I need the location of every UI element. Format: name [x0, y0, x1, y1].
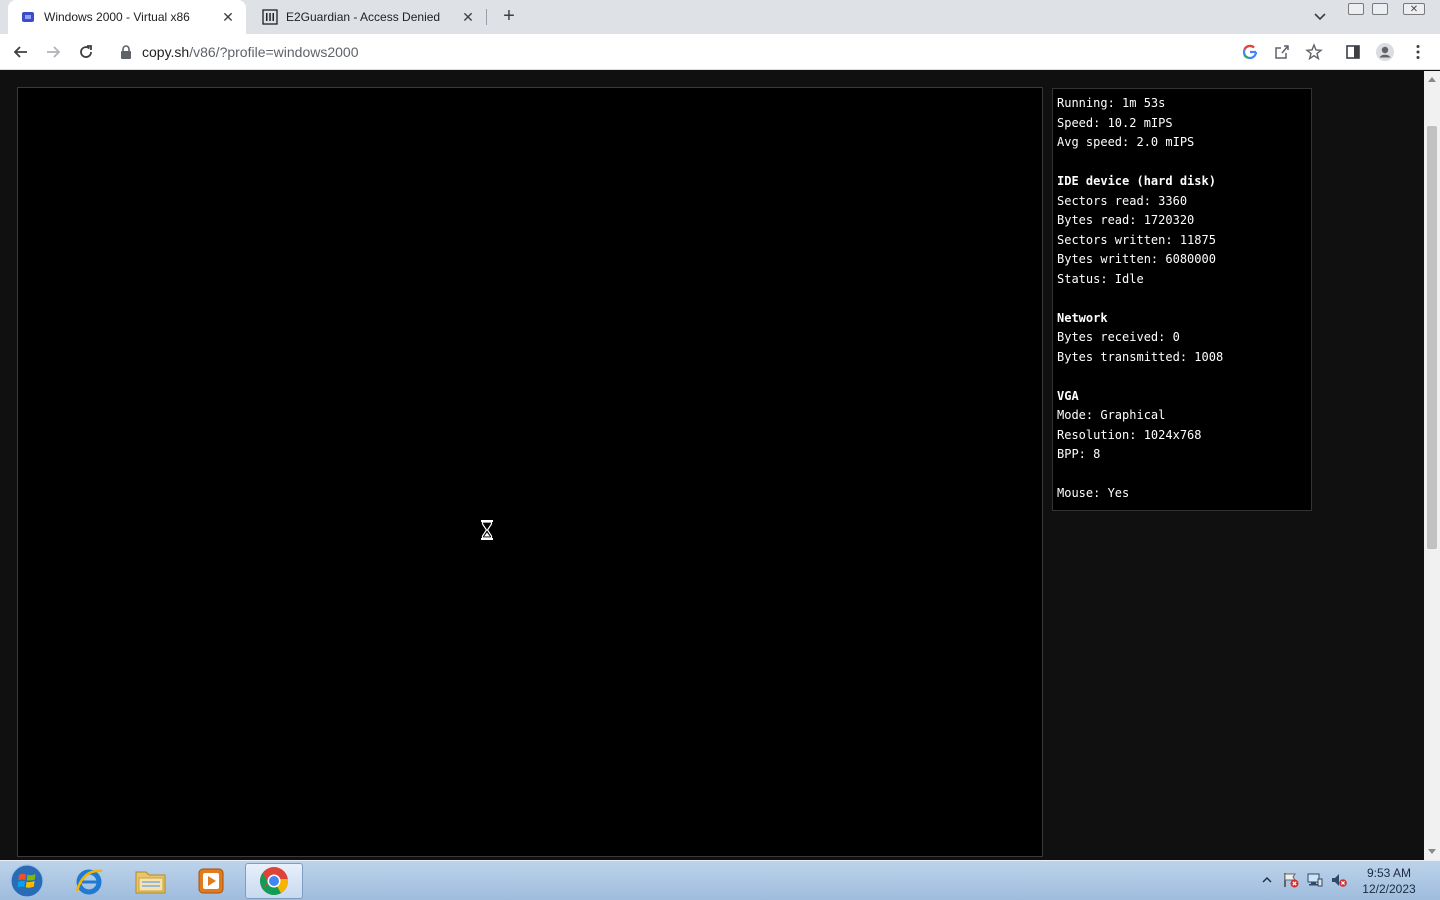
- tab-title: Windows 2000 - Virtual x86: [44, 10, 190, 24]
- network-heading: Network: [1057, 310, 1108, 325]
- chrome-icon[interactable]: [245, 863, 303, 899]
- clock-time: 9:53 AM: [1366, 866, 1412, 880]
- back-arrow-icon[interactable]: [10, 41, 32, 63]
- url-text: copy.sh/v86/?profile=windows2000: [142, 44, 359, 60]
- page-content: Running: 1m 53s Speed: 10.2 mIPS Avg spe…: [0, 71, 1424, 860]
- vga-heading: VGA: [1057, 388, 1079, 403]
- minimize-window-button[interactable]: [1345, 0, 1367, 18]
- action-center-flag-icon[interactable]: [1282, 871, 1300, 889]
- clock-date: 12/2/2023: [1362, 882, 1416, 896]
- url-path: /v86/?profile=windows2000: [189, 44, 359, 60]
- close-tab-icon[interactable]: ✕: [218, 7, 238, 27]
- share-icon[interactable]: [1272, 42, 1292, 62]
- sectors-read: Sectors read: 3360: [1057, 193, 1188, 208]
- emulator-stats-panel: Running: 1m 53s Speed: 10.2 mIPS Avg spe…: [1052, 88, 1312, 511]
- forward-arrow-icon[interactable]: [42, 41, 64, 63]
- reload-icon[interactable]: [75, 41, 97, 63]
- volume-muted-icon[interactable]: [1330, 871, 1348, 889]
- tab-separator: [486, 9, 487, 25]
- windows-logo-icon: [10, 864, 44, 898]
- start-button[interactable]: [8, 863, 46, 899]
- show-hidden-icons-icon[interactable]: [1258, 871, 1276, 889]
- tab-title: E2Guardian - Access Denied: [286, 10, 441, 24]
- restore-window-button[interactable]: [1369, 0, 1391, 18]
- close-tab-icon[interactable]: ✕: [458, 7, 478, 27]
- system-clock[interactable]: 9:53 AM 12/2/2023: [1354, 865, 1424, 897]
- scroll-down-arrow-icon[interactable]: [1428, 849, 1436, 854]
- tab-search-chevron-icon[interactable]: [1310, 8, 1330, 26]
- tab-e2guardian[interactable]: E2Guardian - Access Denied ✕: [250, 0, 486, 34]
- hourglass-cursor-icon: [481, 520, 493, 540]
- vga-mode: Mode: Graphical: [1057, 408, 1166, 422]
- profile-avatar-icon[interactable]: [1375, 42, 1395, 62]
- running-time: Running: 1m 53s: [1057, 96, 1166, 110]
- file-explorer-icon[interactable]: [122, 863, 180, 899]
- new-tab-button[interactable]: +: [498, 6, 520, 28]
- speed: Speed: 10.2 mIPS: [1057, 115, 1173, 130]
- sectors-written: Sectors written: 11875: [1057, 232, 1216, 247]
- side-panel-icon[interactable]: [1343, 42, 1363, 62]
- v86-icon: [20, 9, 36, 25]
- vga-bpp: BPP: 8: [1057, 447, 1101, 461]
- internet-explorer-icon[interactable]: [60, 863, 118, 899]
- media-player-icon[interactable]: [182, 863, 240, 899]
- ide-heading: IDE device (hard disk): [1057, 174, 1216, 188]
- google-icon[interactable]: [1240, 42, 1260, 62]
- page-scrollbar[interactable]: [1424, 71, 1440, 860]
- menu-dots-icon[interactable]: [1408, 42, 1428, 62]
- disk-status: Status: Idle: [1057, 271, 1144, 286]
- url-host: copy.sh: [142, 44, 190, 60]
- avg-speed: Avg speed: 2.0 mIPS: [1057, 135, 1195, 149]
- tab-strip: Windows 2000 - Virtual x86 ✕ E2Guardian …: [0, 0, 1440, 34]
- bytes-transmitted: Bytes transmitted: 1008: [1057, 349, 1224, 364]
- network-icon[interactable]: [1306, 871, 1324, 889]
- bytes-written: Bytes written: 6080000: [1057, 252, 1216, 266]
- address-bar[interactable]: copy.sh/v86/?profile=windows2000: [110, 38, 1300, 66]
- bytes-received: Bytes received: 0: [1057, 330, 1180, 344]
- scroll-up-arrow-icon[interactable]: [1428, 77, 1436, 82]
- bytes-read: Bytes read: 1720320: [1057, 213, 1195, 227]
- lock-icon[interactable]: [120, 45, 132, 59]
- windows-taskbar: 9:53 AM 12/2/2023: [0, 860, 1440, 900]
- close-window-button[interactable]: ✕: [1401, 0, 1427, 18]
- tab-windows-2000[interactable]: Windows 2000 - Virtual x86 ✕: [8, 0, 246, 34]
- scrollbar-thumb[interactable]: [1427, 126, 1437, 549]
- building-icon: [262, 9, 278, 25]
- mouse-status: Mouse: Yes: [1057, 486, 1130, 500]
- emulator-screen[interactable]: [17, 87, 1043, 857]
- bookmark-star-icon[interactable]: [1304, 42, 1324, 62]
- vga-resolution: Resolution: 1024x768: [1057, 427, 1202, 442]
- browser-toolbar: copy.sh/v86/?profile=windows2000: [0, 34, 1440, 70]
